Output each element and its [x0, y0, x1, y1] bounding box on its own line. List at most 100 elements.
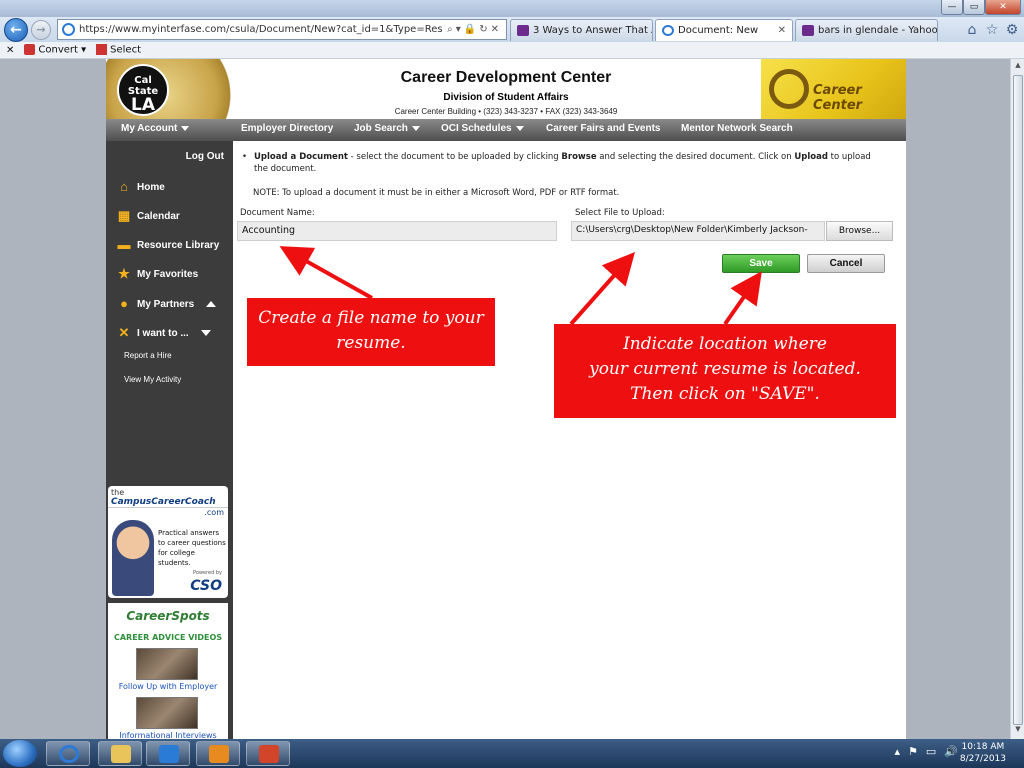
coach-the: the: [111, 488, 125, 497]
menu-employer-directory[interactable]: Employer Directory: [241, 123, 333, 134]
calendar-icon: ▦: [117, 208, 131, 223]
restore-button[interactable]: ▭: [963, 0, 985, 15]
careerspots-panel: CareerSpots CAREER ADVICE VIDEOS Follow …: [108, 603, 228, 739]
career-center-logo: Career Center: [761, 59, 906, 119]
sidebar-subitem-view-activity[interactable]: View My Activity: [124, 375, 181, 384]
instr-text: - select the document to be uploaded by …: [347, 152, 562, 162]
gear-icon[interactable]: ⚙: [1004, 22, 1020, 38]
video-thumbnail[interactable]: [136, 648, 198, 680]
taskbar-ie[interactable]: [46, 741, 90, 766]
menu-label: OCI Schedules: [441, 123, 512, 134]
taskbar-powerpoint[interactable]: [246, 741, 290, 766]
taskbar-clock[interactable]: 10:18 AM 8/27/2013: [960, 741, 1006, 765]
sidebar-item-label: Home: [137, 181, 165, 193]
sidebar: Log Out ⌂ Home ▦ Calendar ▬ Resource Librar…: [106, 141, 233, 739]
sidebar-item-label: My Partners: [137, 298, 195, 310]
taskbar-outlook[interactable]: [196, 741, 240, 766]
menu-job-search[interactable]: Job Search: [354, 123, 420, 134]
yahoo-icon: [517, 25, 529, 36]
menu-my-account[interactable]: My Account: [121, 123, 190, 134]
address-tools-icon[interactable]: ⌕▾🔒↻✕: [443, 24, 506, 35]
university-seal: Cal State LA: [106, 59, 251, 119]
sidebar-item-home[interactable]: ⌂ Home: [117, 179, 165, 194]
tools-icon: ✕: [118, 325, 130, 340]
convert-button[interactable]: Convert ▾: [24, 44, 86, 56]
logout-link[interactable]: Log Out: [186, 151, 224, 162]
favorites-star-icon[interactable]: ☆: [984, 22, 1000, 38]
video-link[interactable]: Informational Interviews: [108, 731, 228, 739]
ie-icon: [59, 745, 79, 763]
campus-career-coach-ad[interactable]: the CampusCareerCoach .com Practical ans…: [108, 486, 228, 598]
sidebar-item-my-partners[interactable]: ● My Partners: [117, 297, 217, 310]
close-bar-icon[interactable]: ✕: [6, 45, 14, 56]
upload-form: • Upload a Document - select the documen…: [233, 141, 906, 739]
vertical-scrollbar[interactable]: ▲ ▼: [1010, 59, 1024, 739]
clock-date: 8/27/2013: [959, 754, 1006, 764]
instr-bold: Browse: [561, 152, 597, 162]
windows-taskbar: ▴⚑▭🔊 10:18 AM 8/27/2013: [0, 739, 1024, 768]
coach-dotcom: .com: [204, 508, 224, 517]
tab-document-new[interactable]: Document: New ✕: [655, 19, 793, 41]
site-header: Cal State LA Career Development Center D…: [106, 59, 906, 119]
callout-line: Then click on "SAVE".: [630, 384, 820, 404]
sidebar-item-resource-library[interactable]: ▬ Resource Library: [117, 238, 220, 251]
video-link[interactable]: Follow Up with Employer: [108, 682, 228, 691]
scroll-up-icon[interactable]: ▲: [1013, 61, 1023, 73]
powerpoint-icon: [259, 745, 279, 763]
calstate-la-logo[interactable]: Cal State LA: [117, 64, 169, 116]
careerspots-logo: CareerSpots: [126, 609, 210, 623]
pdf-select-icon: [96, 44, 108, 56]
scroll-down-icon[interactable]: ▼: [1013, 725, 1023, 737]
document-name-label: Document Name:: [240, 208, 315, 218]
back-button[interactable]: ←: [4, 18, 28, 42]
career-center-logo-text: Career Center: [813, 83, 863, 113]
menu-career-fairs[interactable]: Career Fairs and Events: [546, 123, 661, 134]
close-tab-icon[interactable]: ✕: [778, 25, 786, 36]
sidebar-subitem-report-hire[interactable]: Report a Hire: [124, 351, 172, 360]
sidebar-item-my-favorites[interactable]: ★ My Favorites: [117, 267, 198, 280]
close-window-button[interactable]: ✕: [985, 0, 1021, 15]
start-button[interactable]: [3, 740, 37, 767]
home-icon: ⌂: [120, 179, 128, 194]
minimize-button[interactable]: —: [941, 0, 963, 15]
format-note: NOTE: To upload a document it must be in…: [253, 188, 620, 198]
tab-label: Document: New: [678, 25, 759, 36]
sidebar-item-label: Resource Library: [137, 239, 220, 251]
taskbar-explorer[interactable]: [98, 741, 142, 766]
cancel-button[interactable]: Cancel: [807, 254, 885, 273]
scroll-thumb[interactable]: [1013, 75, 1023, 725]
tab-label: 3 Ways to Answer That All...: [533, 25, 652, 36]
address-bar[interactable]: https://www.myinterfase.com/csula/Docume…: [57, 19, 507, 40]
browse-button[interactable]: Browse...: [826, 221, 893, 241]
window-titlebar: — ▭ ✕: [0, 0, 1024, 17]
coach-powered: Powered by: [193, 570, 222, 576]
save-button[interactable]: Save: [722, 254, 800, 273]
address-url: https://www.myinterfase.com/csula/Docume…: [79, 24, 443, 35]
sidebar-item-label: Calendar: [137, 210, 180, 222]
yahoo-icon: [802, 25, 814, 36]
instr-text: and selecting the desired document. Clic…: [596, 152, 795, 162]
sidebar-item-i-want-to[interactable]: ✕ I want to ...: [117, 325, 211, 340]
taskbar-media-player[interactable]: [146, 741, 190, 766]
video-thumbnail[interactable]: [136, 697, 198, 729]
command-bar: ✕ Convert ▾ Select: [0, 42, 1024, 59]
tab-yahoo-search[interactable]: bars in glendale - Yahoo! S...: [795, 19, 938, 41]
menu-oci-schedules[interactable]: OCI Schedules: [441, 123, 524, 134]
division-title: Division of Student Affairs: [443, 92, 569, 103]
document-name-input[interactable]: Accounting: [237, 221, 557, 241]
file-upload-label: Select File to Upload:: [575, 208, 665, 218]
home-icon[interactable]: ⌂: [964, 22, 980, 38]
menu-mentor-search[interactable]: Mentor Network Search: [681, 123, 793, 134]
file-path-input[interactable]: C:\Users\crg\Desktop\New Folder\Kimberly…: [571, 221, 825, 241]
tab-label: bars in glendale - Yahoo! S...: [818, 25, 938, 36]
sidebar-item-calendar[interactable]: ▦ Calendar: [117, 208, 180, 223]
annotation-callout-filename: Create a file name to your resume.: [247, 298, 495, 366]
select-button[interactable]: Select: [96, 44, 141, 56]
ie-icon: [62, 23, 75, 36]
pdf-convert-icon: [24, 44, 36, 56]
tab-yahoo-answers[interactable]: 3 Ways to Answer That All...: [510, 19, 653, 41]
forward-button[interactable]: →: [31, 20, 51, 40]
system-tray[interactable]: ▴⚑▭🔊: [895, 745, 966, 758]
main-menu: My Account Employer Directory Job Search…: [106, 119, 906, 141]
callout-line: Indicate location where: [623, 334, 827, 354]
